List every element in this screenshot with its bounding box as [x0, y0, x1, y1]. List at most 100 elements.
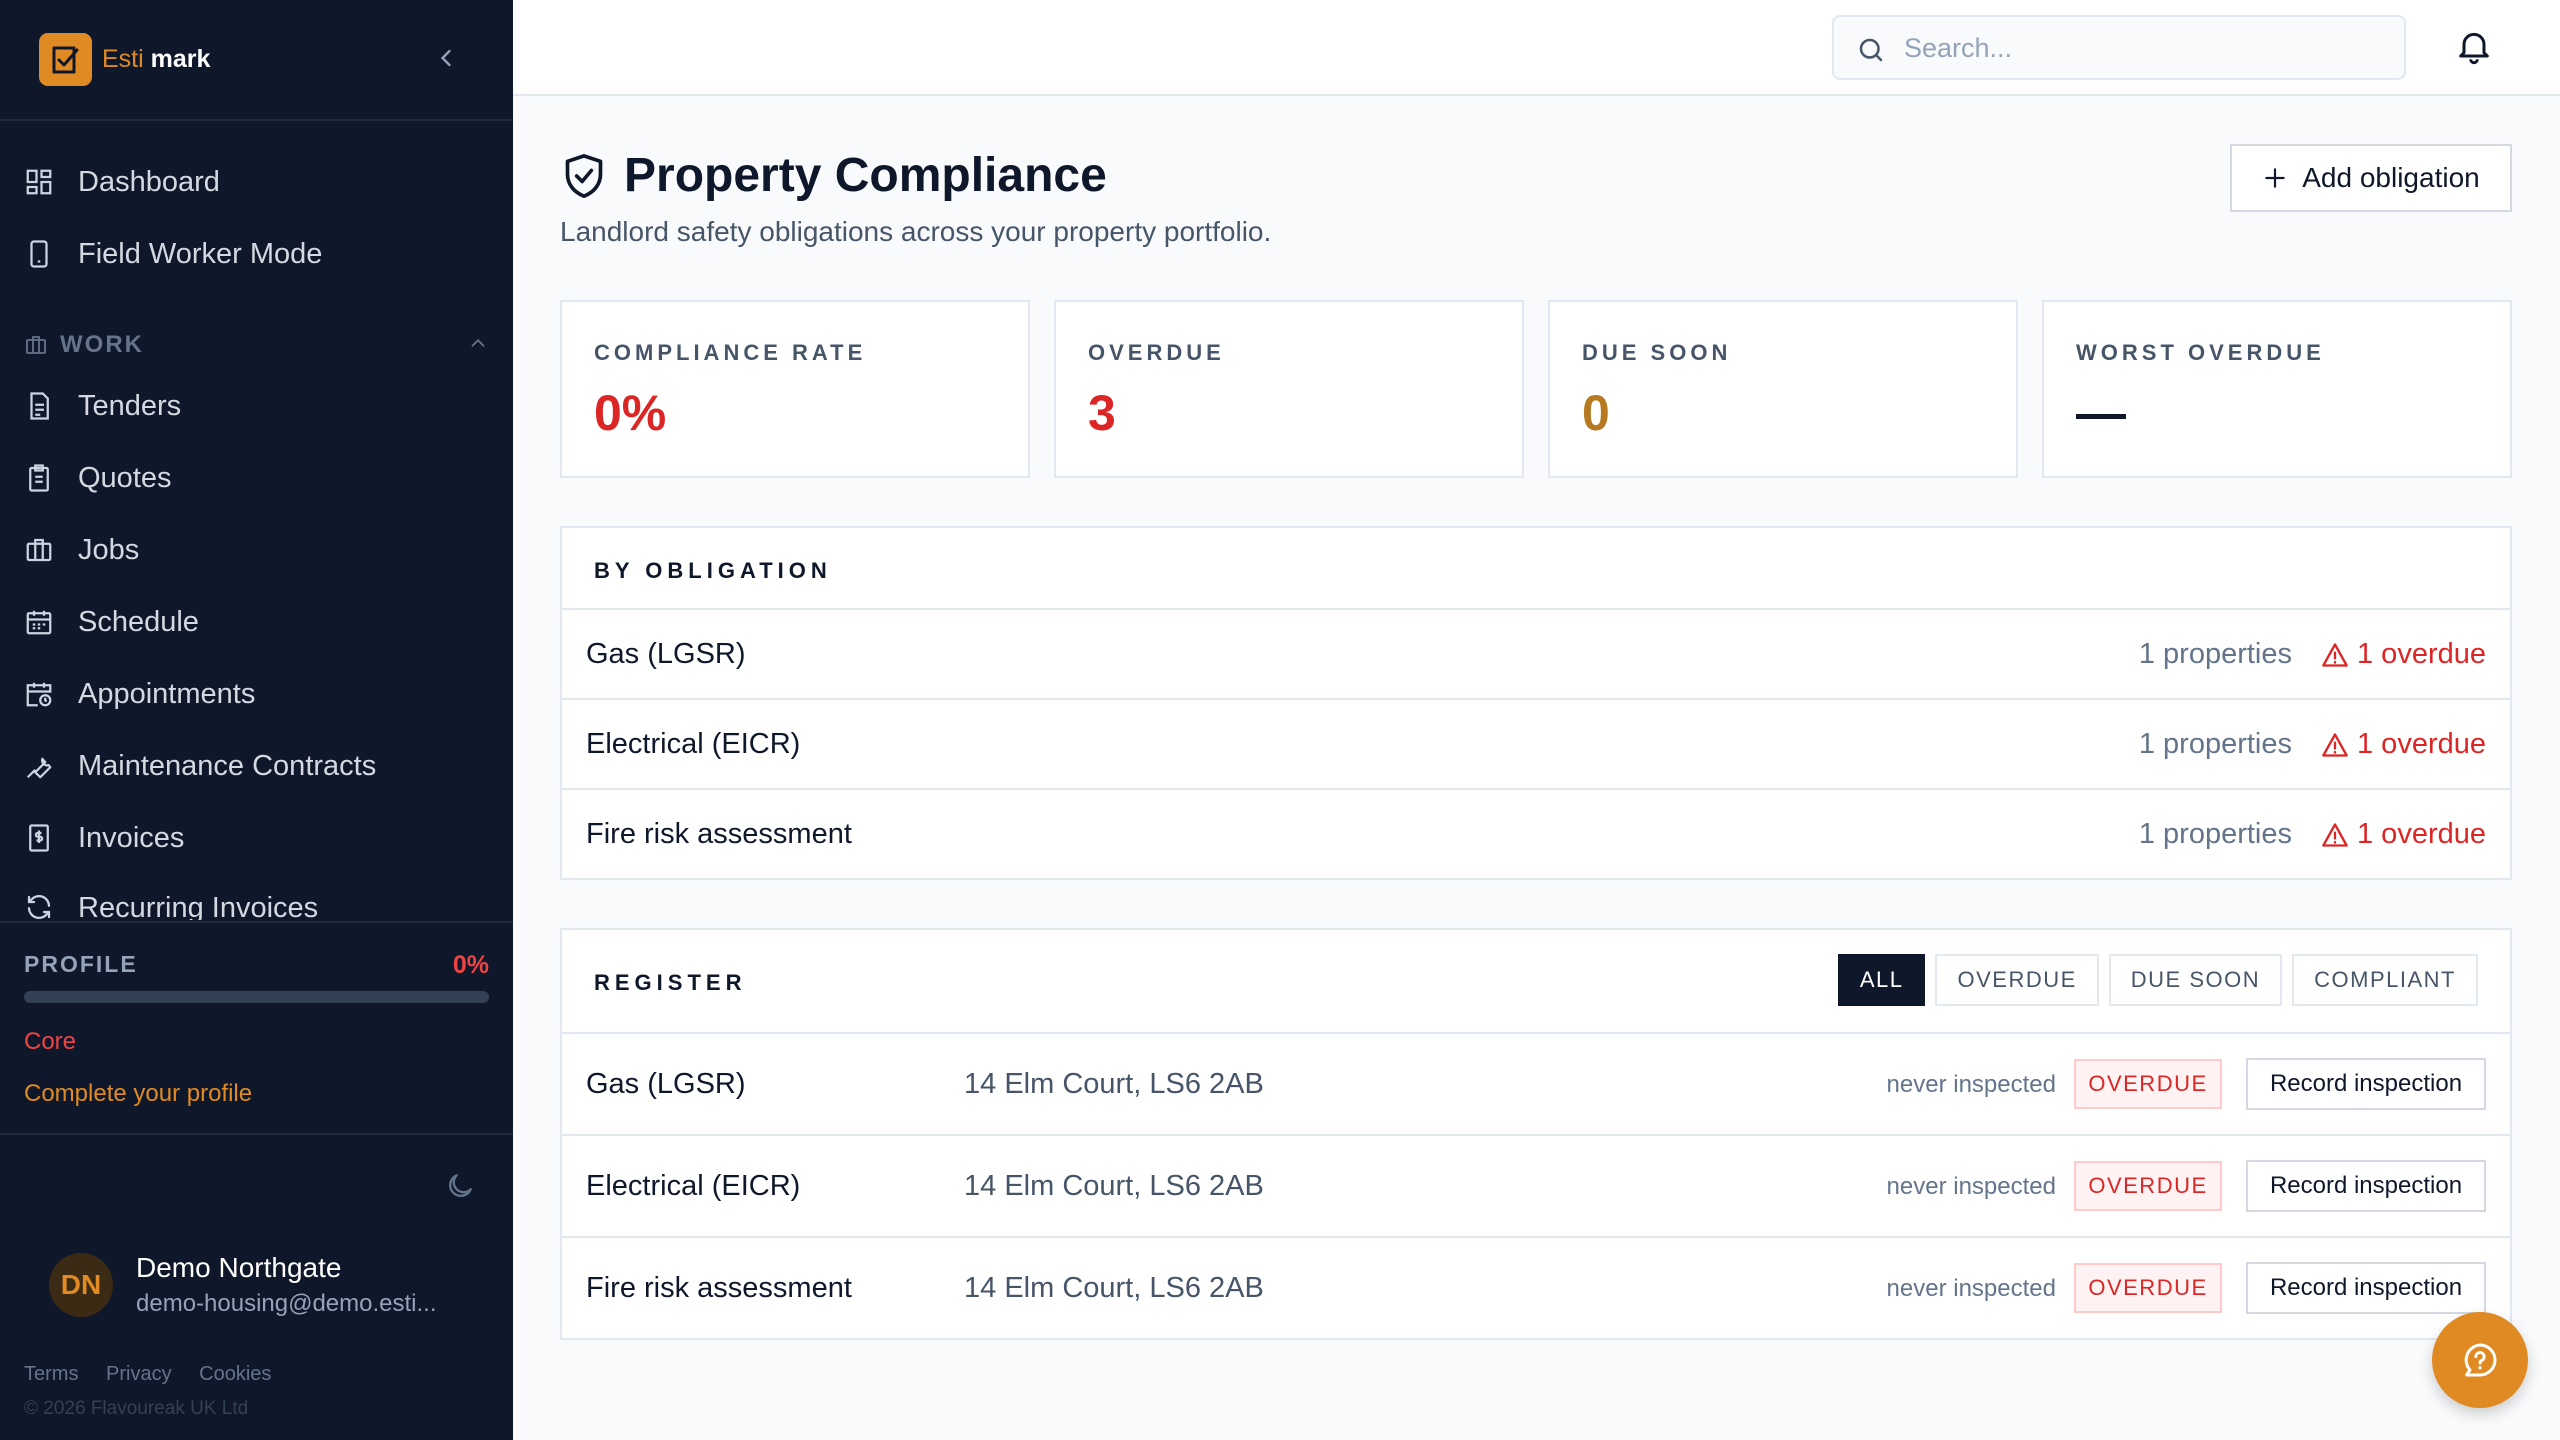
nav-invoices[interactable]: Invoices [24, 810, 489, 866]
obligation-count: 1 properties [2138, 638, 2292, 670]
obligation-row[interactable]: Fire risk assessment 1 properties 1 over… [562, 788, 2510, 878]
plus-icon [2265, 168, 2285, 188]
search-box[interactable] [1832, 15, 2406, 80]
obligation-name: Gas (LGSR) [586, 638, 746, 670]
nav-quotes[interactable]: Quotes [24, 450, 489, 506]
register-address: 14 Elm Court, LS6 2AB [964, 1170, 1264, 1202]
obligation-count: 1 properties [2138, 728, 2292, 760]
filter-overdue[interactable]: OVERDUE [1935, 954, 2099, 1006]
stat-label: OVERDUE [1088, 340, 1225, 365]
user-name[interactable]: Demo Northgate [136, 1252, 341, 1284]
warning-icon [2322, 642, 2348, 667]
warning-icon [2322, 732, 2348, 757]
register-title: REGISTER [594, 970, 747, 995]
filter-due-soon[interactable]: DUE SOON [2108, 954, 2283, 1006]
obligation-overdue: 1 overdue [2321, 818, 2486, 851]
register-obligation: Fire risk assessment [586, 1272, 852, 1304]
register-filters: ALL OVERDUE DUE SOON COMPLIANT [1828, 954, 2478, 1006]
by-obligation-panel: BY OBLIGATION Gas (LGSR) 1 properties 1 … [560, 526, 2512, 880]
by-obligation-title: BY OBLIGATION [594, 558, 832, 583]
clipboard-icon [29, 464, 49, 492]
sidebar: Esti mark Dashboard Field Worker Mode WO… [0, 0, 513, 1440]
avatar[interactable]: DN [49, 1253, 113, 1317]
add-obligation-button[interactable]: Add obligation [2230, 144, 2512, 212]
nav-dashboard[interactable]: Dashboard [24, 154, 489, 210]
chat-help-icon [2464, 1343, 2497, 1377]
nav-schedule[interactable]: Schedule [24, 594, 489, 650]
status-badge: OVERDUE [2074, 1263, 2222, 1313]
search-input[interactable] [1904, 27, 2394, 69]
obligation-name: Electrical (EICR) [586, 728, 801, 760]
terms-link[interactable]: Terms [24, 1363, 78, 1385]
brand-name[interactable]: Esti mark [102, 45, 210, 74]
nav-quotes-label: Quotes [78, 461, 172, 494]
stat-worst-overdue: WORST OVERDUE — [2042, 300, 2512, 478]
add-obligation-label: Add obligation [2302, 162, 2480, 193]
stat-value: 0 [1582, 385, 1610, 441]
nav-jobs[interactable]: Jobs [24, 522, 489, 578]
record-inspection-button[interactable]: Record inspection [2246, 1160, 2486, 1212]
briefcase-icon [26, 336, 46, 354]
bell-icon[interactable] [2454, 26, 2494, 71]
stat-overdue: OVERDUE 3 [1054, 300, 1524, 478]
user-email: demo-housing@demo.esti... [136, 1290, 437, 1317]
obligation-overdue: 1 overdue [2321, 728, 2486, 761]
nav-appointments[interactable]: Appointments [24, 666, 489, 722]
obligation-overdue-label: 1 overdue [2357, 638, 2486, 670]
register-last-inspected: never inspected [1886, 1173, 2056, 1200]
privacy-link[interactable]: Privacy [106, 1363, 172, 1385]
obligation-name: Fire risk assessment [586, 818, 852, 850]
register-address: 14 Elm Court, LS6 2AB [964, 1068, 1264, 1100]
copyright: © 2026 Flavoureak UK Ltd [24, 1398, 249, 1419]
register-address: 14 Elm Court, LS6 2AB [964, 1272, 1264, 1304]
register-obligation: Gas (LGSR) [586, 1068, 746, 1100]
top-bar [513, 0, 2560, 96]
filter-all[interactable]: ALL [1837, 954, 1926, 1006]
moon-icon[interactable] [444, 1170, 476, 1207]
legal-links: Terms Privacy Cookies [24, 1363, 293, 1386]
work-section-label: WORK [60, 331, 144, 358]
register-row: Fire risk assessment 14 Elm Court, LS6 2… [562, 1236, 2510, 1338]
page-title: Property Compliance [624, 149, 1107, 202]
refresh-icon [27, 895, 51, 919]
obligation-row[interactable]: Electrical (EICR) 1 properties 1 overdue [562, 698, 2510, 788]
invoice-icon [29, 824, 49, 852]
nav-field-worker-label: Field Worker Mode [78, 237, 323, 270]
complete-profile-link[interactable]: Complete your profile [24, 1080, 252, 1108]
profile-tier: Core [24, 1028, 77, 1055]
obligation-overdue-label: 1 overdue [2357, 818, 2486, 850]
stat-label: DUE SOON [1582, 340, 1732, 365]
calendar-icon [26, 610, 52, 635]
filter-compliant[interactable]: COMPLIANT [2292, 954, 2478, 1006]
nav-jobs-label: Jobs [78, 533, 140, 566]
obligation-row[interactable]: Gas (LGSR) 1 properties 1 overdue [562, 608, 2510, 698]
shield-icon [562, 152, 606, 205]
brand-header: Esti mark [0, 0, 513, 121]
nav-field-worker-mode[interactable]: Field Worker Mode [24, 226, 489, 282]
stat-value: 0% [594, 385, 667, 441]
stat-compliance-rate: COMPLIANCE RATE 0% [560, 300, 1030, 478]
work-section-header[interactable]: WORK [24, 330, 489, 360]
status-badge: OVERDUE [2074, 1059, 2222, 1109]
obligation-overdue: 1 overdue [2321, 638, 2486, 671]
nav-schedule-label: Schedule [78, 605, 199, 638]
nav-tenders[interactable]: Tenders [24, 378, 489, 434]
register-row: Electrical (EICR) 14 Elm Court, LS6 2AB … [562, 1134, 2510, 1236]
nav-dashboard-label: Dashboard [78, 165, 220, 198]
nav-tenders-label: Tenders [78, 389, 182, 422]
chevron-up-icon [471, 338, 485, 347]
cookies-link[interactable]: Cookies [199, 1363, 271, 1385]
stat-label: WORST OVERDUE [2076, 340, 2325, 365]
chat-support-button[interactable] [2432, 1312, 2528, 1408]
phone-icon [30, 240, 48, 268]
nav-maintenance-contracts[interactable]: Maintenance Contracts [24, 738, 489, 794]
record-inspection-button[interactable]: Record inspection [2246, 1058, 2486, 1110]
nav-invoices-label: Invoices [78, 821, 185, 854]
collapse-sidebar-icon[interactable] [432, 44, 460, 77]
record-inspection-button[interactable]: Record inspection [2246, 1262, 2486, 1314]
status-badge: OVERDUE [2074, 1161, 2222, 1211]
stat-value: — [2076, 385, 2126, 441]
briefcase-icon [26, 538, 52, 562]
nav-recurring-invoices[interactable]: Recurring Invoices [24, 882, 489, 920]
nav-appointments-label: Appointments [78, 677, 256, 710]
